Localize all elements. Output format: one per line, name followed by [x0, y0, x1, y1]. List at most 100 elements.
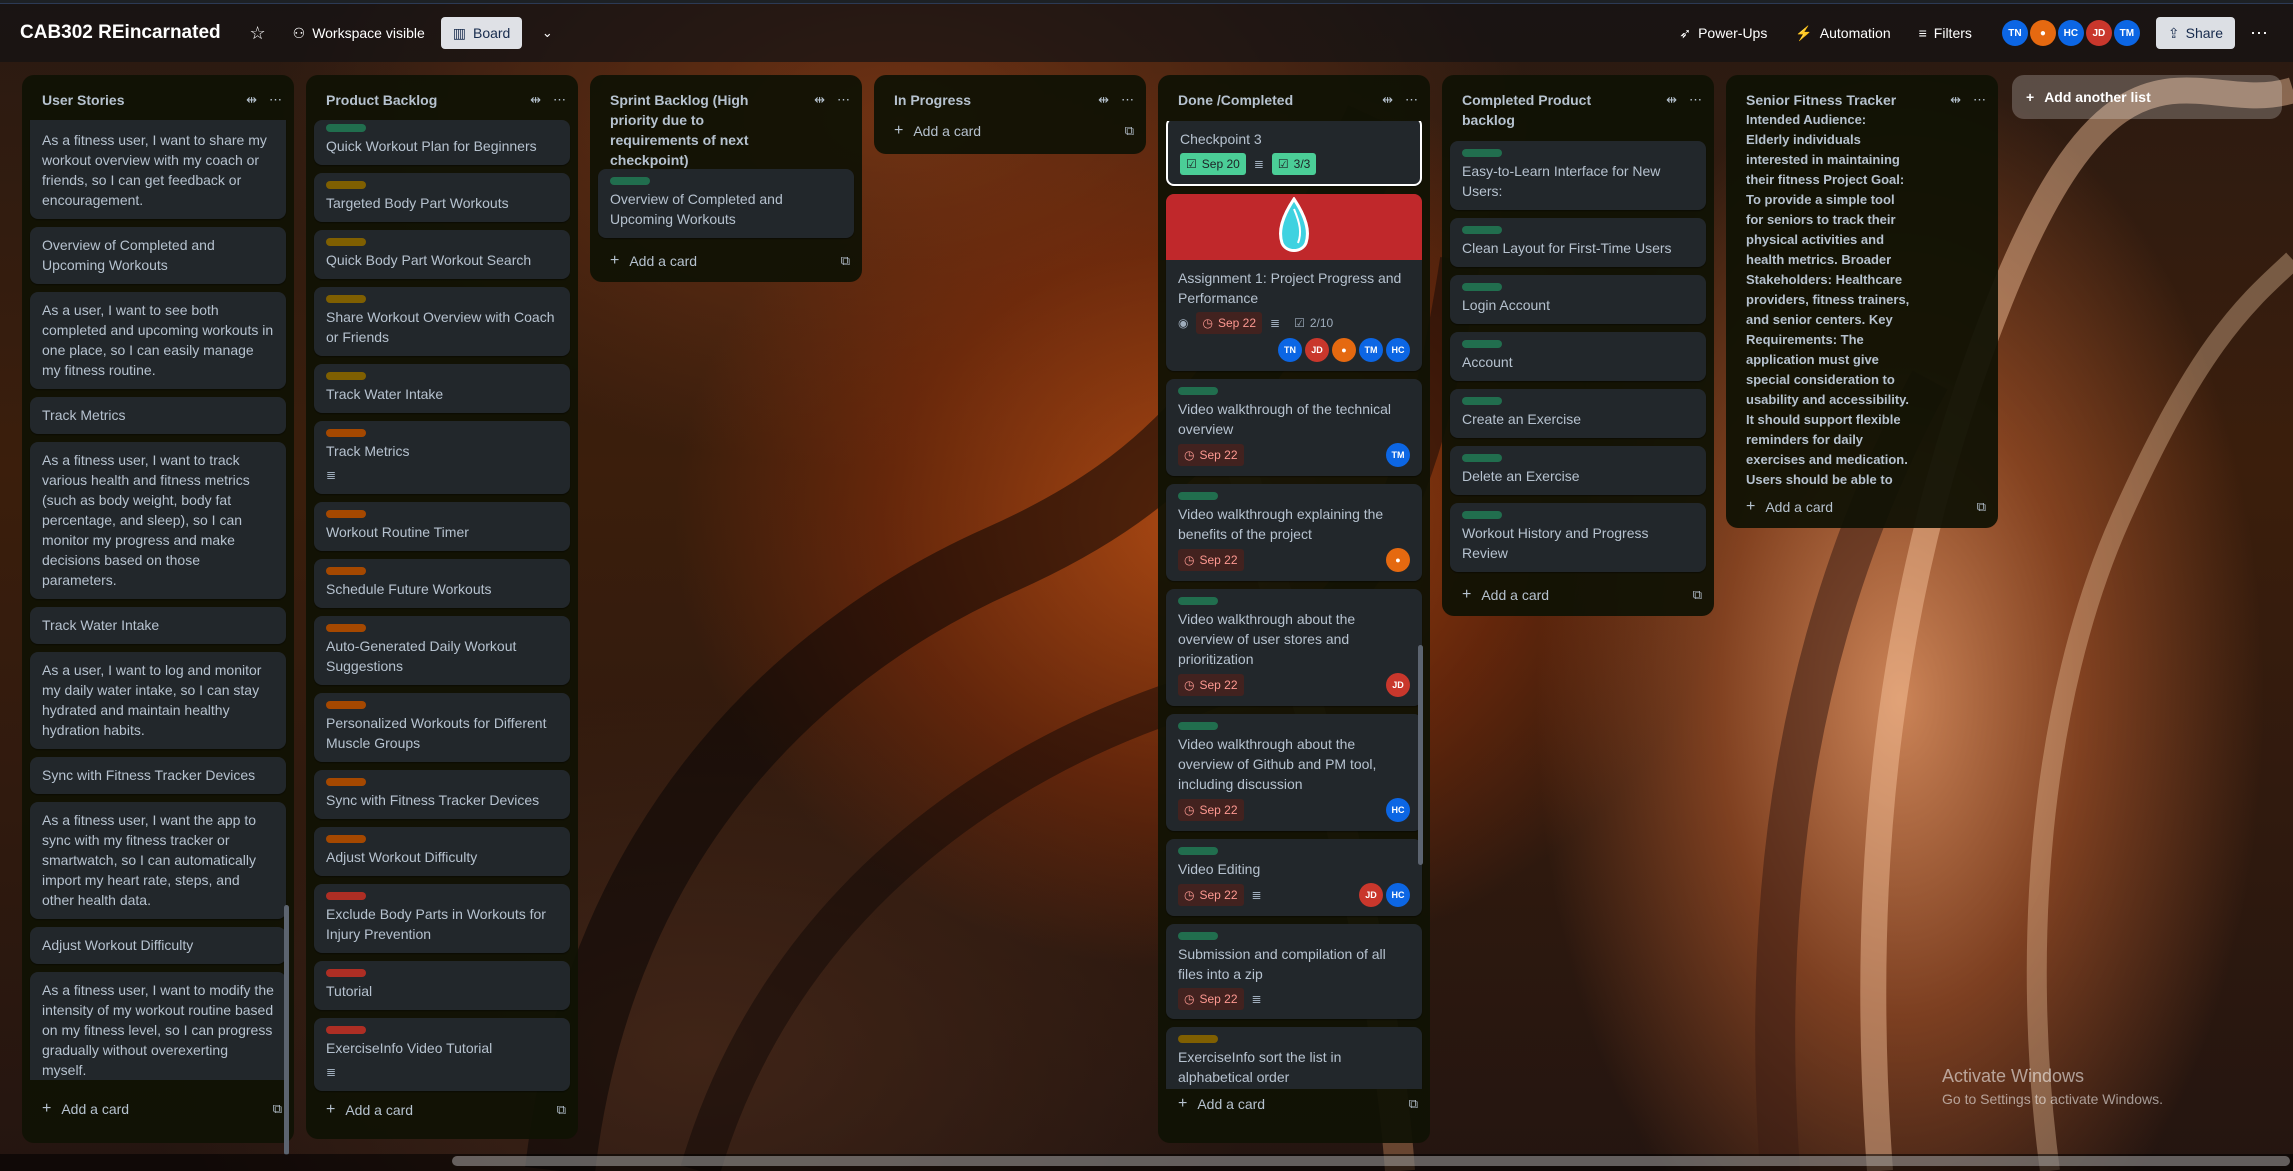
board-view-button[interactable]: ▥ Board: [440, 17, 523, 49]
star-icon[interactable]: ☆: [243, 18, 273, 48]
list-item[interactable]: Sync with Fitness Tracker Devices: [314, 770, 570, 819]
list-item[interactable]: Video walkthrough explaining the benefit…: [1166, 484, 1422, 581]
chevron-down-icon[interactable]: ⌄: [532, 18, 562, 48]
list-scrollbar[interactable]: [284, 905, 289, 1155]
list-item[interactable]: Submission and compilation of all files …: [1166, 924, 1422, 1019]
avatar[interactable]: JD: [1386, 673, 1410, 697]
list-title[interactable]: In Progress: [894, 90, 1098, 110]
list-title[interactable]: Completed Product backlog: [1462, 90, 1666, 130]
add-card-button[interactable]: + Add a card ⧉: [22, 1094, 294, 1130]
avatar[interactable]: TN: [2001, 20, 2028, 46]
add-card-button[interactable]: + Add a card ⧉: [590, 246, 862, 282]
list-item[interactable]: Quick Body Part Workout Search: [314, 230, 570, 279]
list-item[interactable]: ExerciseInfo sort the list in alphabetic…: [1166, 1027, 1422, 1089]
card-template-icon[interactable]: ⧉: [557, 1102, 566, 1118]
list-item[interactable]: Video walkthrough about the overview of …: [1166, 589, 1422, 706]
list-item[interactable]: As a fitness user, I want to share my wo…: [30, 120, 286, 219]
avatar-photo-icon[interactable]: ●: [1386, 548, 1410, 572]
list-menu-icon[interactable]: ⋯: [269, 92, 282, 108]
powerups-button[interactable]: ➶ Power-Ups: [1669, 17, 1777, 49]
list-item[interactable]: Share Workout Overview with Coach or Fri…: [314, 287, 570, 356]
avatar[interactable]: HC: [1386, 338, 1410, 362]
list-item[interactable]: Overview of Completed and Upcoming Worko…: [598, 169, 854, 238]
list-item[interactable]: As a fitness user, I want to modify the …: [30, 972, 286, 1080]
card-template-icon[interactable]: ⧉: [841, 253, 850, 269]
list-scrollbar[interactable]: [1418, 645, 1423, 865]
list-item[interactable]: Overview of Completed and Upcoming Worko…: [30, 227, 286, 284]
list-item[interactable]: As a user, I want to log and monitor my …: [30, 652, 286, 749]
avatar[interactable]: JD: [1359, 883, 1383, 907]
card-template-icon[interactable]: ⧉: [1409, 1096, 1418, 1112]
card-template-icon[interactable]: ⧉: [273, 1101, 282, 1117]
list-menu-icon[interactable]: ⋯: [837, 92, 850, 108]
list-item[interactable]: ExerciseInfo Video Tutorial ≣: [314, 1018, 570, 1091]
avatar[interactable]: HC: [1386, 883, 1410, 907]
add-card-button[interactable]: + Add a card ⧉: [306, 1099, 578, 1131]
share-button[interactable]: ⇪ Share: [2155, 17, 2235, 49]
collapse-icon[interactable]: ⇹: [814, 92, 825, 108]
list-item[interactable]: Clean Layout for First-Time Users: [1450, 218, 1706, 267]
list-item[interactable]: Video Editing ◷ Sep 22 ≣ JD HC: [1166, 839, 1422, 916]
list-menu-icon[interactable]: ⋯: [1121, 92, 1134, 108]
collapse-icon[interactable]: ⇹: [1950, 92, 1961, 108]
collapse-icon[interactable]: ⇹: [246, 92, 257, 108]
list-item[interactable]: Video walkthrough of the technical overv…: [1166, 379, 1422, 476]
list-title[interactable]: Product Backlog: [326, 90, 530, 110]
collapse-icon[interactable]: ⇹: [530, 92, 541, 108]
list-item[interactable]: Track Water Intake: [30, 607, 286, 644]
avatar[interactable]: TM: [1359, 338, 1383, 362]
collapse-icon[interactable]: ⇹: [1098, 92, 1109, 108]
avatar[interactable]: TN: [1278, 338, 1302, 362]
list-item[interactable]: As a user, I want to see both completed …: [30, 292, 286, 389]
horizontal-scrollbar[interactable]: [452, 1156, 2290, 1166]
list-item[interactable]: Schedule Future Workouts: [314, 559, 570, 608]
card-template-icon[interactable]: ⧉: [1693, 587, 1702, 603]
list-item[interactable]: Track Metrics: [30, 397, 286, 434]
avatar[interactable]: HC: [2057, 20, 2084, 46]
list-item[interactable]: Track Water Intake: [314, 364, 570, 413]
list-item[interactable]: Sync with Fitness Tracker Devices: [30, 757, 286, 794]
add-card-button[interactable]: + Add a card ⧉: [1726, 492, 1998, 528]
list-item[interactable]: Personalized Workouts for Different Musc…: [314, 693, 570, 762]
list-title[interactable]: Senior Fitness Tracker: [1746, 90, 1950, 110]
list-item[interactable]: Workout History and Progress Review: [1450, 503, 1706, 572]
add-card-button[interactable]: + Add a card ⧉: [874, 116, 1146, 154]
list-menu-icon[interactable]: ⋯: [553, 92, 566, 108]
list-item[interactable]: As a fitness user, I want to track vario…: [30, 442, 286, 599]
card-template-icon[interactable]: ⧉: [1125, 123, 1134, 139]
avatar[interactable]: TM: [1386, 443, 1410, 467]
collapse-icon[interactable]: ⇹: [1666, 92, 1677, 108]
list-item[interactable]: Exclude Body Parts in Workouts for Injur…: [314, 884, 570, 953]
board-title[interactable]: CAB302 REincarnated: [20, 22, 221, 44]
avatar-photo-icon[interactable]: ●: [1332, 338, 1356, 362]
more-options-icon[interactable]: ⋯: [2243, 17, 2275, 49]
list-title[interactable]: Sprint Backlog (High priority due to req…: [610, 90, 814, 170]
add-card-button[interactable]: + Add a card ⧉: [1442, 580, 1714, 616]
list-item[interactable]: Workout Routine Timer: [314, 502, 570, 551]
list-item[interactable]: Easy-to-Learn Interface for New Users:: [1450, 141, 1706, 210]
list-menu-icon[interactable]: ⋯: [1689, 92, 1702, 108]
list-item[interactable]: Checkpoint 3 ☑ Sep 20 ≣ ☑ 3/3: [1166, 121, 1422, 186]
list-item[interactable]: Track Metrics ≣: [314, 421, 570, 494]
list-item[interactable]: Login Account: [1450, 275, 1706, 324]
list-item[interactable]: Auto-Generated Daily Workout Suggestions: [314, 616, 570, 685]
add-card-button[interactable]: + Add a card ⧉: [1158, 1089, 1430, 1125]
avatar[interactable]: TM: [2113, 20, 2140, 46]
automation-button[interactable]: ⚡ Automation: [1785, 17, 1900, 49]
list-title[interactable]: Done /Completed: [1178, 90, 1382, 110]
list-item[interactable]: Video walkthrough about the overview of …: [1166, 714, 1422, 831]
list-menu-icon[interactable]: ⋯: [1405, 92, 1418, 108]
list-item[interactable]: Adjust Workout Difficulty: [314, 827, 570, 876]
add-another-list-button[interactable]: + Add another list: [2012, 75, 2282, 119]
list-item[interactable]: As a fitness user, I want the app to syn…: [30, 802, 286, 919]
collapse-icon[interactable]: ⇹: [1382, 92, 1393, 108]
list-item[interactable]: Account: [1450, 332, 1706, 381]
visibility-button[interactable]: ⚇ Workspace visible: [283, 17, 435, 49]
avatar[interactable]: HC: [1386, 798, 1410, 822]
filters-button[interactable]: ≡ Filters: [1909, 17, 1982, 49]
list-item[interactable]: Delete an Exercise: [1450, 446, 1706, 495]
list-title[interactable]: User Stories: [42, 90, 246, 110]
list-menu-icon[interactable]: ⋯: [1973, 92, 1986, 108]
list-item[interactable]: Create an Exercise: [1450, 389, 1706, 438]
list-item[interactable]: Adjust Workout Difficulty: [30, 927, 286, 964]
